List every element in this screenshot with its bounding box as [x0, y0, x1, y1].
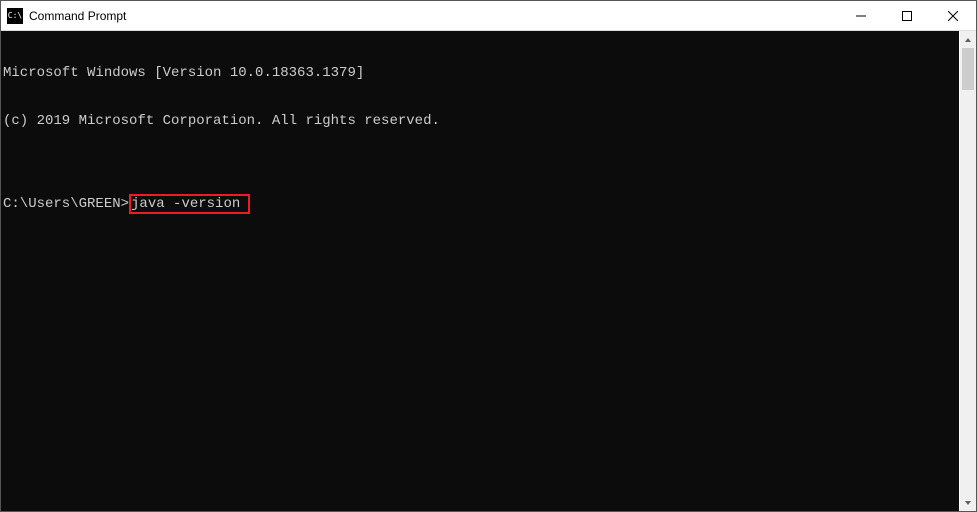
- close-button[interactable]: [930, 1, 976, 30]
- output-line: Microsoft Windows [Version 10.0.18363.13…: [3, 65, 959, 81]
- prompt-line: C:\Users\GREEN>java -version: [3, 194, 959, 214]
- minimize-button[interactable]: [838, 1, 884, 30]
- scrollbar-track[interactable]: [960, 48, 976, 494]
- terminal-area: Microsoft Windows [Version 10.0.18363.13…: [1, 31, 976, 511]
- maximize-button[interactable]: [884, 1, 930, 30]
- minimize-icon: [856, 11, 866, 21]
- scrollbar-thumb[interactable]: [962, 48, 974, 90]
- typed-command: java -version: [131, 196, 240, 212]
- titlebar[interactable]: C:\ Command Prompt: [1, 1, 976, 31]
- titlebar-buttons: [838, 1, 976, 30]
- vertical-scrollbar[interactable]: [959, 31, 976, 511]
- window-title: Command Prompt: [29, 9, 126, 23]
- maximize-icon: [902, 11, 912, 21]
- chevron-up-icon: [964, 36, 972, 44]
- command-prompt-window: C:\ Command Prompt Microsoft Windows [Ve…: [0, 0, 977, 512]
- scroll-down-button[interactable]: [960, 494, 976, 511]
- close-icon: [948, 11, 958, 21]
- output-line: (c) 2019 Microsoft Corporation. All righ…: [3, 113, 959, 129]
- chevron-down-icon: [964, 499, 972, 507]
- cmd-icon-glyph: C:\: [8, 12, 22, 20]
- cmd-icon: C:\: [7, 8, 23, 24]
- terminal-output[interactable]: Microsoft Windows [Version 10.0.18363.13…: [1, 31, 959, 511]
- prompt-path: C:\Users\GREEN>: [3, 196, 129, 212]
- command-highlight: java -version: [129, 194, 250, 214]
- scroll-up-button[interactable]: [960, 31, 976, 48]
